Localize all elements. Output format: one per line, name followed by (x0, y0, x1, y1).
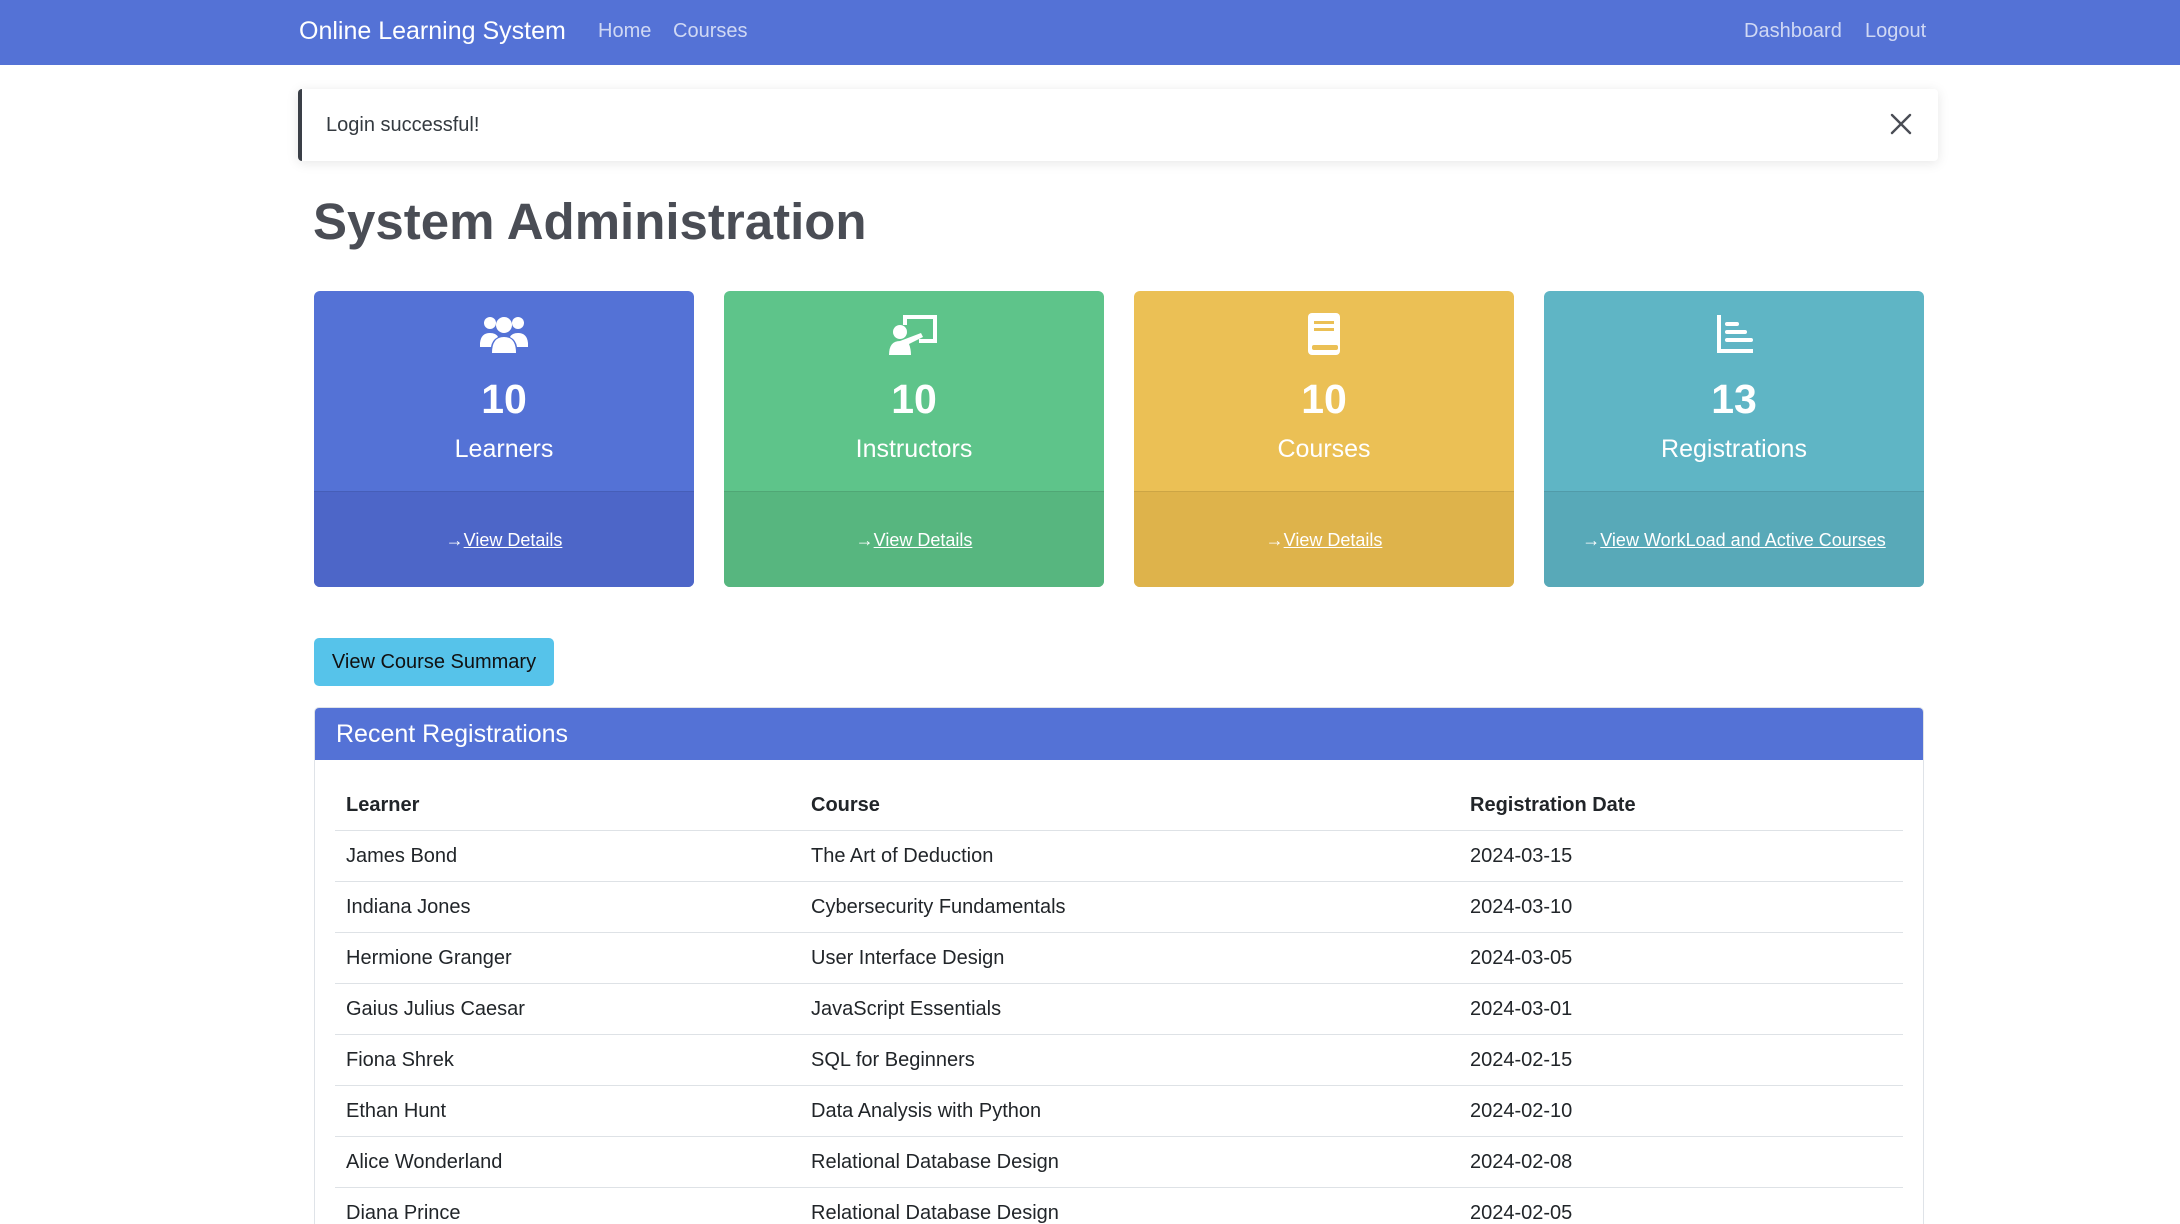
date-cell: 2024-02-05 (1470, 1202, 1573, 1224)
registrations-count: 13 (1711, 376, 1757, 422)
panel-title: Recent Registrations (315, 708, 1923, 760)
registrations-view-workload-link[interactable]: →View WorkLoad and Active Courses (1544, 528, 1924, 552)
date-cell: 2024-03-15 (1470, 845, 1573, 867)
table-row: James Bond The Art of Deduction 2024-03-… (335, 830, 1903, 881)
instructors-label: Instructors (855, 435, 973, 463)
registrations-card: 13 Registrations →View WorkLoad and Acti… (1544, 291, 1924, 587)
view-course-summary-button[interactable]: View Course Summary (314, 638, 554, 686)
learner-cell: Fiona Shrek (346, 1049, 454, 1071)
nav-courses-link[interactable]: Courses (673, 18, 747, 44)
learner-cell: Indiana Jones (346, 896, 471, 918)
table-row: Diana Prince Relational Database Design … (335, 1187, 1903, 1224)
book-icon (1308, 313, 1340, 355)
learners-view-details-link[interactable]: →View Details (314, 528, 694, 552)
page-title: System Administration (313, 193, 867, 250)
success-alert: Login successful! (298, 89, 1938, 161)
date-cell: 2024-03-01 (1470, 998, 1573, 1020)
date-cell: 2024-02-10 (1470, 1100, 1573, 1122)
course-cell: Cybersecurity Fundamentals (811, 896, 1066, 918)
arrow-right-icon: → (445, 530, 464, 550)
learner-cell: Alice Wonderland (346, 1151, 503, 1173)
nav-logout-link[interactable]: Logout (1865, 18, 1926, 44)
users-icon (480, 317, 528, 353)
chalkboard-teacher-icon (889, 315, 937, 355)
nav-home-link[interactable]: Home (598, 18, 651, 44)
learner-cell: Diana Prince (346, 1202, 461, 1224)
course-cell: Data Analysis with Python (811, 1100, 1042, 1122)
learners-count: 10 (481, 376, 527, 422)
learner-cell: Hermione Granger (346, 947, 512, 969)
top-navbar: Online Learning System Home Courses Dash… (0, 0, 2180, 65)
column-header-course: Course (811, 794, 880, 816)
instructors-view-details-link[interactable]: →View Details (724, 528, 1104, 552)
arrow-right-icon: → (1265, 530, 1284, 550)
date-cell: 2024-03-10 (1470, 896, 1573, 918)
table-row: Ethan Hunt Data Analysis with Python 202… (335, 1085, 1903, 1136)
course-cell: Relational Database Design (811, 1151, 1059, 1173)
course-cell: SQL for Beginners (811, 1049, 975, 1071)
recent-registrations-panel: Recent Registrations Learner Course Regi… (314, 707, 1924, 1224)
alert-message: Login successful! (326, 114, 480, 136)
courses-view-details-link[interactable]: →View Details (1134, 528, 1514, 552)
date-cell: 2024-03-05 (1470, 947, 1573, 969)
close-icon[interactable] (1886, 109, 1916, 139)
courses-label: Courses (1277, 435, 1371, 463)
arrow-right-icon: → (855, 530, 874, 550)
table-row: Gaius Julius Caesar JavaScript Essential… (335, 983, 1903, 1034)
nav-dashboard-link[interactable]: Dashboard (1744, 18, 1842, 44)
date-cell: 2024-02-15 (1470, 1049, 1573, 1071)
courses-count: 10 (1301, 376, 1347, 422)
chart-bar-icon (1717, 315, 1753, 353)
learner-cell: Ethan Hunt (346, 1100, 447, 1122)
table-row: Alice Wonderland Relational Database Des… (335, 1136, 1903, 1187)
brand-link[interactable]: Online Learning System (299, 14, 566, 48)
date-cell: 2024-02-08 (1470, 1151, 1573, 1173)
arrow-right-icon: → (1582, 530, 1601, 550)
registrations-label: Registrations (1661, 435, 1807, 463)
table-row: Hermione Granger User Interface Design 2… (335, 932, 1903, 983)
instructors-card: 10 Instructors →View Details (724, 291, 1104, 587)
courses-card: 10 Courses →View Details (1134, 291, 1514, 587)
column-header-registration-date: Registration Date (1470, 794, 1636, 816)
column-header-learner: Learner (346, 794, 420, 816)
learner-cell: James Bond (346, 845, 458, 867)
table-row: Indiana Jones Cybersecurity Fundamentals… (335, 881, 1903, 932)
course-cell: Relational Database Design (811, 1202, 1059, 1224)
course-cell: User Interface Design (811, 947, 1005, 969)
learners-label: Learners (454, 435, 554, 463)
table-row: Fiona Shrek SQL for Beginners 2024-02-15 (335, 1034, 1903, 1085)
instructors-count: 10 (891, 376, 937, 422)
learner-cell: Gaius Julius Caesar (346, 998, 525, 1020)
course-cell: JavaScript Essentials (811, 998, 1002, 1020)
learners-card: 10 Learners →View Details (314, 291, 694, 587)
course-cell: The Art of Deduction (811, 845, 994, 867)
